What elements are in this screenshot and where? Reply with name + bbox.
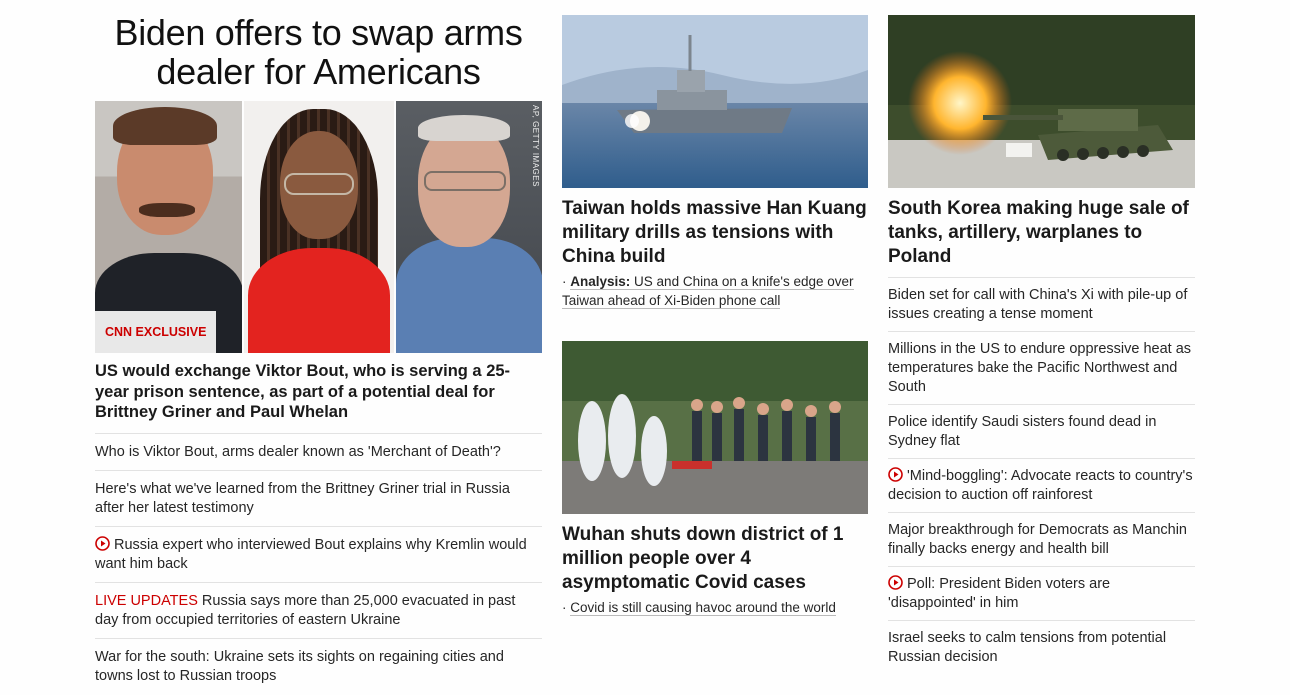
list-item[interactable]: Biden set for call with China's Xi with … [888,277,1195,331]
wuhan-headline[interactable]: Wuhan shuts down district of 1 million p… [562,523,868,595]
list-item-text: Millions in the US to endure oppressive … [888,341,1192,395]
tank-firing-image[interactable] [888,15,1195,188]
featured-related-list: Who is Viktor Bout, arms dealer known as… [95,432,542,694]
warship-illustration [562,15,868,188]
list-item-text: Poll: President Biden voters are 'disapp… [888,576,1111,611]
featured-image[interactable]: AP, GETTY IMAGES CNN Exclusive [95,101,542,353]
list-item[interactable]: Who is Viktor Bout, arms dealer known as… [95,432,542,470]
taiwan-warship-image[interactable] [562,15,868,188]
covid-testing-illustration [562,341,868,514]
list-item-text: War for the south: Ukraine sets its sigh… [95,648,504,684]
list-item[interactable]: Police identify Saudi sisters found dead… [888,404,1195,458]
photo-paul-whelan: AP, GETTY IMAGES [395,101,542,353]
list-item[interactable]: LIVE UPDATES Russia says more than 25,00… [95,581,542,638]
play-icon [888,575,903,590]
taiwan-headline[interactable]: Taiwan holds massive Han Kuang military … [562,197,868,269]
list-item[interactable]: 'Mind-boggling': Advocate reacts to coun… [888,458,1195,512]
list-item[interactable]: War for the south: Ukraine sets its sigh… [95,637,542,694]
covid-link-text: Covid is still causing havoc around the … [570,600,836,616]
list-item-text: Major breakthrough for Democrats as Manc… [888,522,1187,557]
more-news-list: Biden set for call with China's Xi with … [888,277,1195,674]
featured-headline[interactable]: Biden offers to swap arms dealer for Ame… [95,13,542,91]
list-item-text: Biden set for call with China's Xi with … [888,287,1188,322]
wuhan-covid-image[interactable] [562,341,868,514]
list-item[interactable]: Here's what we've learned from the Britt… [95,469,542,526]
list-item[interactable]: Russia expert who interviewed Bout expla… [95,525,542,582]
exclusive-badge: CNN Exclusive [95,311,217,353]
list-item-text: 'Mind-boggling': Advocate reacts to coun… [888,468,1193,503]
list-item[interactable]: Major breakthrough for Democrats as Manc… [888,512,1195,566]
list-item-text: Israel seeks to calm tensions from poten… [888,630,1167,665]
list-item-text: Here's what we've learned from the Britt… [95,480,510,516]
list-item-text: Who is Viktor Bout, arms dealer known as… [95,443,501,460]
featured-story-column: Biden offers to swap arms dealer for Ame… [95,0,542,694]
list-item[interactable]: Israel seeks to calm tensions from poten… [888,620,1195,674]
live-updates-label: LIVE UPDATES [95,592,198,609]
analysis-link[interactable]: · Analysis: US and China on a knife's ed… [562,272,868,310]
featured-lead-link[interactable]: US would exchange Viktor Bout, who is se… [95,361,542,423]
south-korea-headline[interactable]: South Korea making huge sale of tanks, a… [888,197,1195,269]
list-item[interactable]: Poll: President Biden voters are 'disapp… [888,566,1195,620]
play-icon [95,535,110,551]
list-item-text: Police identify Saudi sisters found dead… [888,414,1157,449]
play-icon [888,467,903,482]
secondary-stories-column: Taiwan holds massive Han Kuang military … [562,0,868,617]
image-credit: AP, GETTY IMAGES [531,105,540,187]
tertiary-stories-column: South Korea making huge sale of tanks, a… [888,0,1195,674]
analysis-label: Analysis: [570,274,631,289]
list-item[interactable]: Millions in the US to endure oppressive … [888,331,1195,404]
list-item-text: Russia expert who interviewed Bout expla… [95,536,527,572]
tank-illustration [888,15,1195,188]
photo-brittney-griner [244,101,394,353]
covid-link[interactable]: · Covid is still causing havoc around th… [562,598,868,617]
